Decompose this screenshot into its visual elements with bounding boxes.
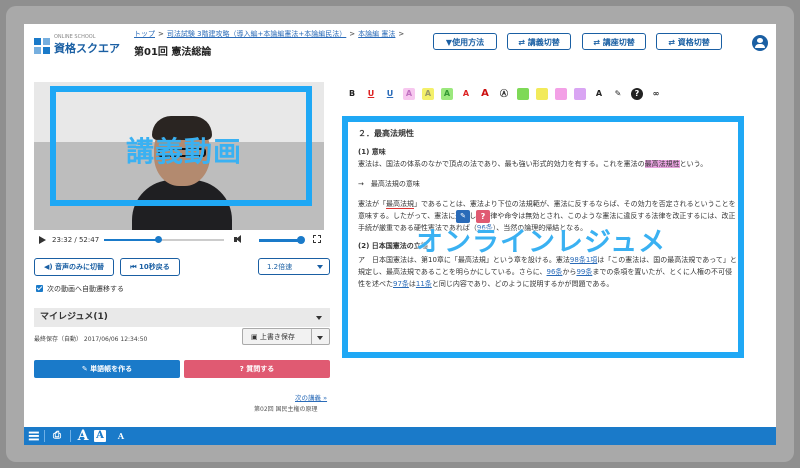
breadcrumb: トップ > 司法試験 3階建攻略（導入編+本論編憲法+本論編民法） > 本論編 憲法 > [134, 30, 405, 38]
breadcrumb-top[interactable]: トップ [134, 30, 155, 38]
divider [70, 430, 71, 442]
next-lecture-title: 第02回 国民主権の原理 [254, 406, 318, 413]
user-icon[interactable] [752, 35, 768, 51]
logo-name: 資格スクエア [54, 42, 120, 55]
section-heading: ２．最高法規性 [358, 129, 414, 138]
underline-blue-tool[interactable]: U [384, 88, 396, 100]
subheading-meaning: (1) 意味 [358, 148, 386, 156]
divider [44, 430, 45, 442]
play-icon[interactable] [39, 236, 46, 244]
app-screen: ONLINE SCHOOL 資格スクエア トップ > 司法試験 3階建攻略（導入編+… [24, 24, 776, 445]
make-vocab-button[interactable]: ✎ 単語帳を作る [34, 360, 180, 378]
seek-bar[interactable] [104, 236, 224, 243]
sticky-green-tool[interactable] [517, 88, 529, 100]
font-medium-button[interactable]: A [94, 430, 106, 442]
bottom-toolbar: ≡ ⎙ A A A [24, 427, 776, 445]
article-link-99[interactable]: 99条 [576, 268, 592, 276]
fullscreen-icon[interactable] [313, 235, 321, 243]
lecture-switch-button[interactable]: ⇄ 講義切替 [507, 33, 571, 50]
audio-only-button[interactable]: ◀) 音声のみに切替 [34, 258, 114, 276]
header: ONLINE SCHOOL 資格スクエア トップ > 司法試験 3階建攻略（導入編+… [24, 24, 776, 66]
audio-only-label: 音声のみに切替 [55, 263, 105, 271]
vocab-tool[interactable]: ✎ [612, 88, 624, 100]
article-link-96b[interactable]: 96条 [547, 268, 563, 276]
bold-tool[interactable]: B [346, 88, 358, 100]
highlight-pink-tool[interactable]: A [403, 88, 415, 100]
sticky-yellow-tool[interactable] [536, 88, 548, 100]
print-icon[interactable]: ⎙ [48, 427, 66, 445]
back-10s-label: 10秒戻る [139, 263, 170, 271]
ask-question-button[interactable]: ? 質問する [184, 360, 330, 378]
seek-bar-fill [104, 239, 158, 241]
next-lecture-link[interactable]: 次の講義 » [295, 392, 327, 402]
paragraph-1: 憲法は、国法の体系のなかで頂点の法であり、最も強い形式的効力を有する。これを憲法… [358, 160, 708, 168]
text-size-tool[interactable]: A [593, 88, 605, 100]
paragraph-3: ア 日本国憲法は、第10章に「最高法規」という章を設ける。憲法98条1項は「この… [358, 256, 737, 288]
my-resume-dropdown[interactable]: マイレジュメ(1) [34, 308, 330, 327]
sticky-pink-tool[interactable] [555, 88, 567, 100]
arrow-line: → 最高法規の意味 [358, 180, 420, 188]
font-small-button[interactable]: A [116, 427, 126, 445]
underlined-text[interactable]: 最高法規 [386, 200, 414, 209]
text-large-tool[interactable]: A [479, 88, 491, 100]
vocab-icon: ✎ [81, 365, 88, 373]
overwrite-save-button[interactable]: ▣ 上書き保存 [242, 328, 330, 345]
question-tool[interactable]: ? [631, 88, 643, 100]
breadcrumb-course[interactable]: 司法試験 3階建攻略（導入編+本論編憲法+本論編民法） [167, 30, 346, 38]
logo-mark-icon [34, 38, 50, 54]
speaker-icon: ◀) [43, 263, 53, 271]
volume-handle[interactable] [297, 236, 305, 244]
make-vocab-label: 単語帳を作る [90, 365, 133, 373]
circle-tool[interactable]: Ⓐ [498, 88, 510, 100]
back-10s-button[interactable]: ⏮ 10秒戻る [120, 258, 180, 276]
autosave-status: 最終保存（自動） 2017/06/06 12:34:50 [34, 336, 148, 343]
text-red-tool[interactable]: A [460, 88, 472, 100]
rewind-icon: ⏮ [130, 263, 137, 271]
video-time: 23:32 / 52:47 [52, 236, 100, 244]
article-link-97[interactable]: 97条 [393, 280, 409, 288]
page-title: 第01回 憲法総論 [134, 47, 212, 58]
seek-handle[interactable] [155, 236, 162, 243]
highlighted-text[interactable]: 最高法規性 [644, 160, 680, 168]
qualification-switch-button[interactable]: ⇄ 資格切替 [656, 33, 722, 50]
playback-speed-select[interactable]: 1.2倍速 [258, 258, 330, 275]
save-icon: ▣ [251, 333, 258, 341]
playback-speed-value: 1.2倍速 [267, 263, 293, 271]
link-tool[interactable]: ∞ [650, 88, 662, 100]
question-icon: ? [239, 365, 244, 373]
font-large-button[interactable]: A [76, 427, 90, 445]
video-controls: 23:32 / 52:47 [34, 232, 324, 248]
course-switch-button[interactable]: ⇄ 講座切替 [582, 33, 646, 50]
usage-button[interactable]: ▼使用方法 [433, 33, 497, 50]
article-link-11[interactable]: 11条 [416, 280, 432, 288]
my-resume-title: マイレジュメ(1) [40, 312, 108, 322]
split-divider [311, 329, 312, 344]
ask-question-label: 質問する [246, 365, 275, 373]
overwrite-save-label: 上書き保存 [259, 333, 295, 341]
autoplay-option[interactable]: 次の動画へ自動遷移する [36, 284, 124, 294]
menu-icon[interactable]: ≡ [26, 427, 42, 445]
autoplay-label: 次の動画へ自動遷移する [47, 285, 124, 293]
underline-red-tool[interactable]: U [365, 88, 377, 100]
video-caption: 講義動画 [125, 135, 242, 168]
volume-slider[interactable] [259, 236, 305, 244]
highlight-yellow-tool[interactable]: A [422, 88, 434, 100]
resume-content: ２．最高法規性 (1) 意味 憲法は、国法の体系のなかで頂点の法であり、最も強い… [358, 128, 738, 290]
video-player[interactable]: 講義動画 [34, 82, 324, 230]
breadcrumb-section[interactable]: 本論編 憲法 [358, 30, 395, 38]
resume-toolbar: B U U A A A A A Ⓐ A ✎? ∞ [346, 88, 676, 102]
sticky-purple-tool[interactable] [574, 88, 586, 100]
volume-icon[interactable] [234, 235, 242, 244]
highlight-green-tool[interactable]: A [441, 88, 453, 100]
resume-caption: オンラインレジュメ [416, 227, 667, 258]
logo[interactable]: ONLINE SCHOOL 資格スクエア [34, 34, 124, 58]
autoplay-checkbox[interactable] [36, 285, 43, 292]
